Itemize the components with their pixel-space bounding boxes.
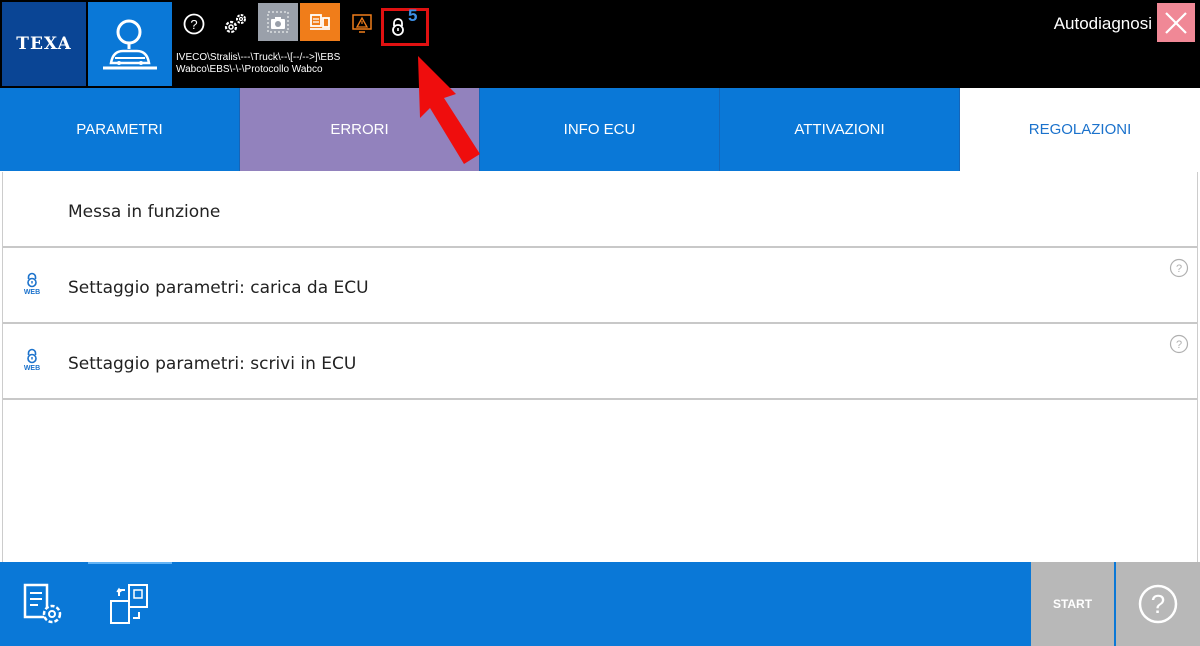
web-lock-icon: WEB [19,348,45,380]
svg-text:?: ? [1151,589,1165,619]
transfer-icon [110,584,148,624]
web-badge: WEB [23,289,41,296]
list-item-scrivi-in-ecu[interactable]: WEB Settaggio parametri: scrivi in ECU ? [3,324,1197,400]
camera-icon [267,11,289,33]
help-icon[interactable]: ? [1169,334,1189,354]
gears-icon [224,14,246,34]
tab-attivazioni[interactable]: ATTIVAZIONI [720,88,960,171]
lock-icon [392,18,404,36]
texa-logo: TEXA [2,2,86,86]
list-item-carica-da-ecu[interactable]: WEB Settaggio parametri: carica da ECU ? [3,248,1197,324]
close-button[interactable] [1157,3,1195,42]
screenshot-button[interactable] [258,3,298,41]
list-item-label: Settaggio parametri: scrivi in ECU [68,354,357,374]
svg-text:?: ? [1176,339,1182,351]
adjustments-list: Messa in funzione WEB Settaggio parametr… [2,172,1198,562]
settings-button[interactable] [218,8,252,40]
help-icon[interactable]: ? [1169,258,1189,278]
vehicle-path-line1: IVECO\Stralis\---\Truck\--\[--/-->]\EBS [176,52,341,63]
warning-icon [352,14,372,33]
lock-count-badge: 5 [408,6,418,25]
vehicle-path-line2: Wabco\EBS\-\-\Protocollo Wabco [176,64,323,75]
svg-text:?: ? [1176,263,1182,275]
tab-bar: PARAMETRI ERRORI INFO ECU ATTIVAZIONI RE… [0,88,1200,171]
list-item-messa-in-funzione[interactable]: Messa in funzione [3,172,1197,248]
list-settings-button[interactable] [22,582,66,626]
vehicle-path: IVECO\Stralis\---\Truck\--\[--/-->]\EBS … [176,52,340,76]
device-icon [310,14,330,30]
close-icon [1165,11,1187,34]
help-icon: ? [183,13,205,35]
transfer-button[interactable] [107,582,151,626]
bottom-accent-line [88,562,172,564]
device-button[interactable] [300,3,340,41]
list-item-label: Settaggio parametri: carica da ECU [68,278,369,298]
tab-regolazioni[interactable]: REGOLAZIONI [960,88,1200,171]
bottom-toolbar: START ? [0,562,1200,646]
warning-button[interactable] [345,8,379,40]
list-item-label: Messa in funzione [68,202,221,222]
help-button[interactable]: ? [177,8,211,40]
help-icon: ? [1138,584,1178,624]
mode-title: Autodiagnosi [1053,14,1152,33]
svg-text:?: ? [190,17,197,32]
help-button-bottom[interactable]: ? [1116,562,1200,646]
diagnosis-button[interactable] [88,2,172,86]
diagnosis-search-icon [103,19,157,70]
top-bar: TEXA ? 5 IVECO\Stralis\---\Truck\--\[--/… [0,0,1200,88]
tab-parametri[interactable]: PARAMETRI [0,88,240,171]
web-badge: WEB [23,365,41,372]
locked-functions-button[interactable]: 5 [381,6,429,46]
tab-info-ecu[interactable]: INFO ECU [480,88,720,171]
tab-errori[interactable]: ERRORI [240,88,480,171]
start-button[interactable]: START [1031,562,1114,646]
web-lock-icon: WEB [19,272,45,304]
list-settings-icon [23,583,62,624]
